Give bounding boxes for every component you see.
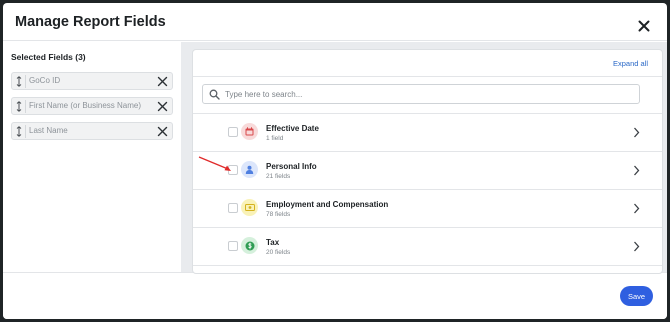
save-button[interactable]: Save [620,286,653,306]
dollar-icon [241,237,258,254]
remove-field-icon[interactable] [157,76,168,87]
category-field-count: 20 fields [266,249,291,256]
drag-handle-icon[interactable] [15,101,23,112]
category-row-employment-compensation[interactable]: Employment and Compensation 78 fields [193,189,662,227]
selected-fields-panel: Selected Fields (3) GoCo ID First Name (… [3,42,181,272]
selected-field-last-name[interactable]: Last Name [11,122,173,140]
category-checkbox[interactable] [228,241,238,251]
selected-field-label: GoCo ID [29,76,61,85]
selected-field-goco-id[interactable]: GoCo ID [11,72,173,90]
category-row-personal-info[interactable]: Personal Info 21 fields [193,151,662,189]
close-button[interactable] [633,15,655,37]
category-field-count: 21 fields [266,173,291,180]
category-field-count: 78 fields [266,211,291,218]
drag-handle-icon[interactable] [15,76,23,87]
chevron-right-icon [634,165,640,176]
available-fields-card: Expand all Effective Date 1 field Person… [192,49,663,274]
chevron-right-icon [634,241,640,252]
divider [25,75,26,88]
search-icon [209,89,220,100]
category-row-effective-date[interactable]: Effective Date 1 field [193,113,662,151]
modal-footer [3,272,667,319]
selected-field-label: Last Name [29,126,68,135]
drag-handle-icon[interactable] [15,126,23,137]
search-input[interactable] [225,86,625,102]
remove-field-icon[interactable] [157,101,168,112]
category-name: Employment and Compensation [266,200,389,209]
annotation-arrow-icon [198,156,231,171]
category-row-tax[interactable]: Tax 20 fields [193,227,662,265]
selected-fields-heading: Selected Fields (3) [11,52,86,62]
close-icon [638,20,650,32]
selected-field-label: First Name (or Business Name) [29,101,142,110]
remove-field-icon[interactable] [157,126,168,137]
divider [25,125,26,138]
category-name: Tax [266,238,280,247]
expand-all-link[interactable]: Expand all [613,59,648,68]
category-field-count: 1 field [266,135,284,142]
category-checkbox[interactable] [228,127,238,137]
category-name: Effective Date [266,124,319,133]
modal-header: Manage Report Fields [3,3,667,41]
search-box[interactable] [202,84,640,104]
category-row-partial [193,265,662,273]
selected-field-first-name[interactable]: First Name (or Business Name) [11,97,173,115]
category-name: Personal Info [266,162,317,171]
chevron-right-icon [634,127,640,138]
calendar-icon [241,123,258,140]
divider [25,100,26,113]
chevron-right-icon [634,203,640,214]
category-checkbox[interactable] [228,203,238,213]
person-icon [241,161,258,178]
modal-title: Manage Report Fields [15,14,166,30]
money-icon [241,199,258,216]
divider [193,76,662,77]
